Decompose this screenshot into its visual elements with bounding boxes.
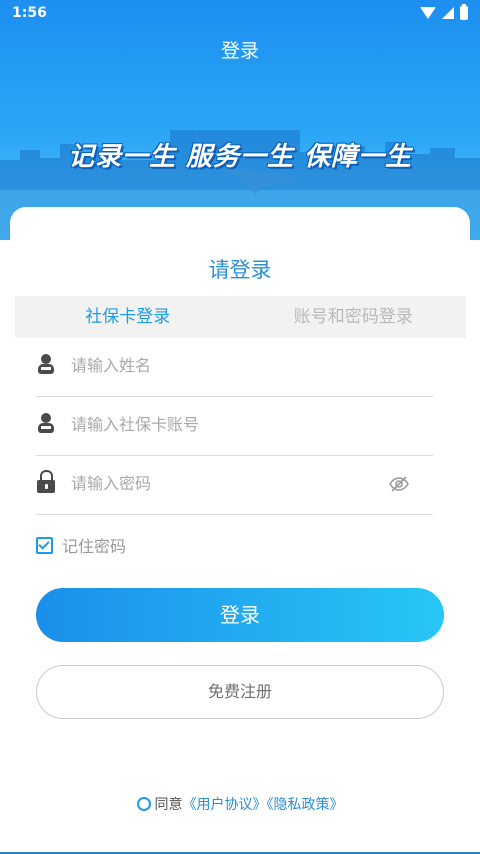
- login-card-top: [10, 207, 470, 247]
- privacy-policy-link[interactable]: 《隐私政策》: [267, 797, 344, 813]
- remember-password-row[interactable]: 记住密码: [36, 534, 126, 556]
- page-title: 登录: [220, 40, 259, 62]
- signal-icon: [442, 7, 454, 19]
- header-banner: 1:56 登录 记录一生 服务一生 保障一生: [0, 0, 480, 240]
- login-heading: 请登录: [208, 258, 272, 282]
- status-bar: 1:56: [0, 0, 480, 28]
- user-icon: [36, 352, 56, 376]
- password-field[interactable]: 请输入密码: [36, 456, 433, 515]
- tab-account-password-login[interactable]: 账号和密码登录: [241, 296, 467, 338]
- login-tabs: 社保卡登录 账号和密码登录: [15, 296, 466, 338]
- card-number-input[interactable]: 请输入社保卡账号: [71, 397, 199, 453]
- status-time: 1:56: [12, 5, 47, 21]
- remember-password-label: 记住密码: [62, 537, 127, 556]
- name-field[interactable]: 请输入姓名: [36, 338, 433, 397]
- password-input[interactable]: 请输入密码: [71, 456, 151, 512]
- eye-closed-icon[interactable]: [389, 474, 409, 494]
- agreement-prefix: 同意: [154, 797, 183, 813]
- wifi-icon: [420, 7, 436, 19]
- slogan-banner: 记录一生 服务一生 保障一生: [67, 142, 413, 172]
- status-icons: [420, 4, 468, 20]
- tab-social-security-card-login[interactable]: 社保卡登录: [15, 296, 241, 338]
- user-agreement-link[interactable]: 《用户协议》: [183, 797, 267, 813]
- user-icon: [36, 411, 56, 435]
- free-register-button[interactable]: 免费注册: [36, 665, 444, 719]
- agreement-radio[interactable]: [136, 797, 151, 811]
- card-number-field[interactable]: 请输入社保卡账号: [36, 397, 433, 456]
- lock-icon: [36, 470, 56, 494]
- remember-password-checkbox[interactable]: [36, 536, 53, 554]
- name-input[interactable]: 请输入姓名: [71, 338, 151, 394]
- battery-icon: [460, 4, 468, 20]
- agreement-row: 同意《用户协议》《隐私政策》: [0, 794, 480, 814]
- login-button[interactable]: 登录: [36, 588, 444, 642]
